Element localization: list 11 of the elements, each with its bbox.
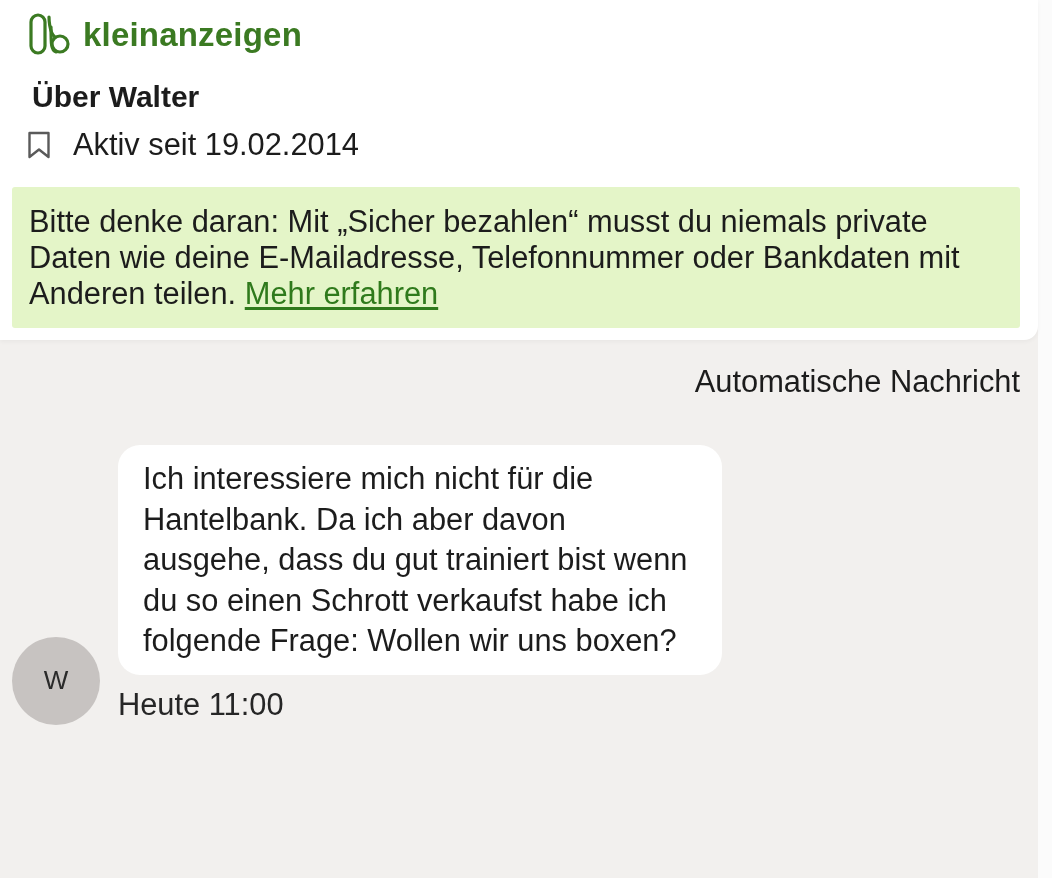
notice-text: Bitte denke daran: Mit „Sicher bezahlen“ musst du niemals private Daten wie deine E-Mailadresse, Telefonnummer oder Bankdaten mit Anderen teilen. Mehr erfahren — [29, 204, 961, 312]
logo-text[interactable]: kleinanzeigen — [83, 17, 302, 51]
more-info-link[interactable]: Mehr erfahren — [244, 276, 439, 311]
message-text: Ich interessiere mich nicht für die Hantelbank. Da ich aber davon ausgehe, dass du gut trainiert bist wenn du so einen Schrott verkaufst habe ich folgende Frage: Wollen wir uns boxen? — [143, 460, 689, 660]
avatar: W — [12, 636, 100, 725]
profile-title: Über Walter — [32, 79, 200, 115]
message-time: Heute 11:00 — [118, 686, 284, 723]
active-since-text: Aktiv seit 19.02.2014 — [73, 127, 359, 163]
automatic-message-label: Automatische Nachricht — [694, 364, 1020, 400]
logo-icon — [29, 13, 71, 55]
bookmark-icon — [27, 131, 51, 159]
